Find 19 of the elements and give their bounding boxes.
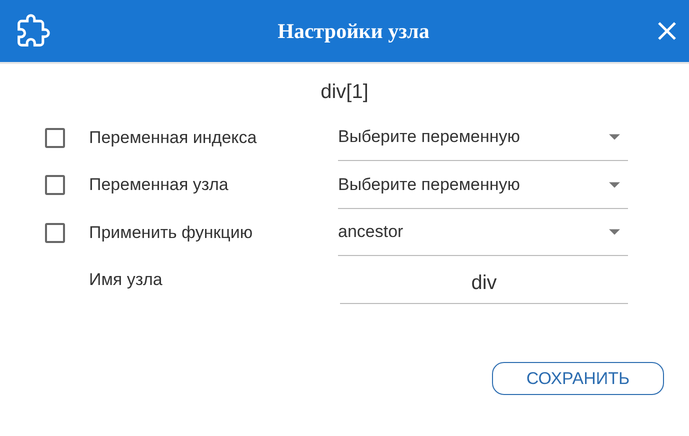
select-field[interactable]: Выберите переменную	[338, 114, 628, 162]
field-label: Применить функцию	[89, 222, 254, 243]
save-button[interactable]: СОХРАНИТЬ	[492, 362, 664, 395]
field-label: Переменная индекса	[89, 128, 258, 148]
caret-icon	[609, 229, 620, 236]
checkbox[interactable]	[45, 128, 65, 148]
select-field[interactable]: Выберите переменную	[338, 162, 628, 209]
checkbox[interactable]	[45, 175, 65, 196]
caret-icon	[609, 182, 620, 188]
select-field[interactable]: ancestor	[338, 209, 628, 256]
field-label: Переменная узла	[89, 175, 230, 196]
input-field[interactable]: div	[340, 256, 628, 304]
checkbox[interactable]	[45, 222, 65, 243]
close-icon[interactable]	[657, 21, 677, 41]
puzzle-icon	[16, 14, 50, 48]
node-heading: div[1]	[320, 81, 370, 104]
window-title: Настройки узла	[276, 18, 430, 44]
field-label: Имя узла	[89, 270, 164, 290]
caret-icon	[609, 134, 620, 140]
